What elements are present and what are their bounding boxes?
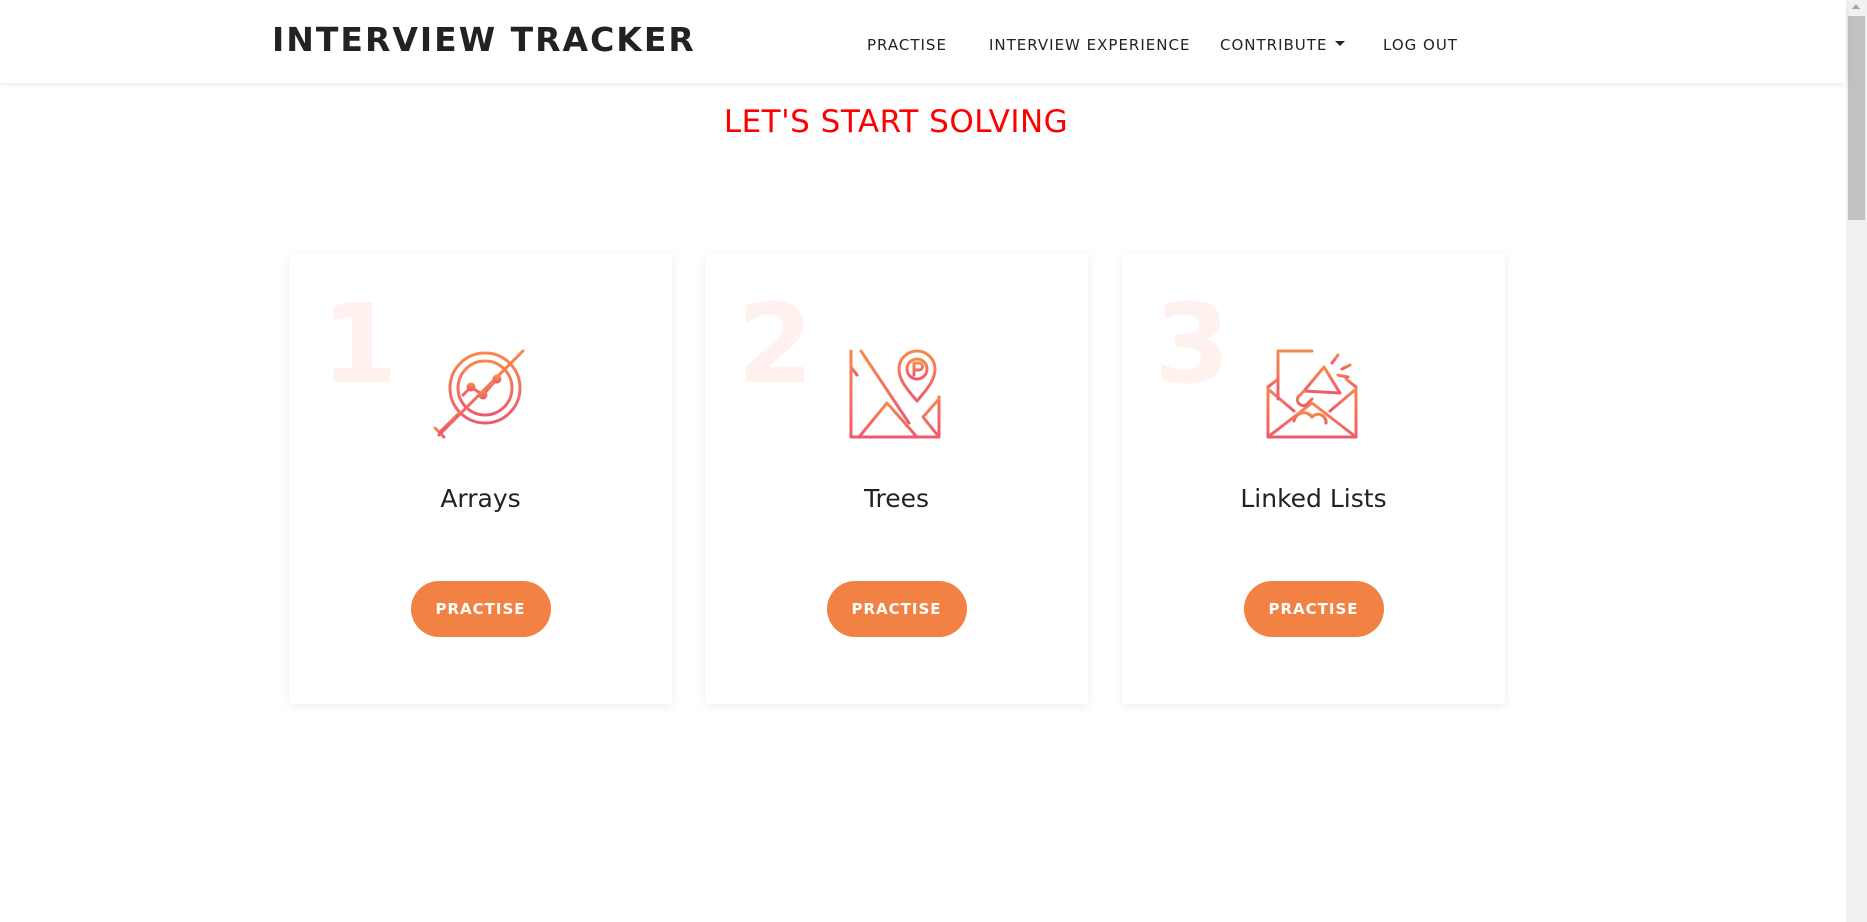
navbar: INTERVIEW TRACKER PRACTISE INTERVIEW EXP…: [0, 0, 1846, 83]
nav-link-practise[interactable]: PRACTISE: [867, 36, 947, 54]
practise-arrays-button[interactable]: PRACTISE: [410, 581, 551, 637]
analytics-magnifier-icon: [431, 347, 527, 443]
scroll-up-arrow-icon[interactable]: [1852, 4, 1860, 9]
practise-trees-button[interactable]: PRACTISE: [826, 581, 967, 637]
map-location-icon: [847, 347, 943, 443]
topic-card-linked-lists: 3 Linked Lists PRACTISE: [1122, 254, 1505, 704]
card-title: Arrays: [440, 484, 521, 513]
card-number: 3: [1154, 280, 1231, 408]
topic-card-trees: 2 Trees PRACTISE: [705, 254, 1088, 704]
page: INTERVIEW TRACKER PRACTISE INTERVIEW EXP…: [0, 0, 1846, 922]
brand-logo[interactable]: INTERVIEW TRACKER: [272, 20, 696, 59]
nav-link-contribute-label: CONTRIBUTE: [1220, 36, 1328, 54]
topic-card-arrays: 1 Arrays PRACTISE: [289, 254, 672, 704]
card-number: 2: [737, 280, 814, 408]
nav-link-log-out[interactable]: LOG OUT: [1383, 36, 1458, 54]
card-title: Trees: [863, 484, 930, 513]
nav-link-interview-experience[interactable]: INTERVIEW EXPERIENCE: [989, 36, 1190, 54]
scrollbar-thumb[interactable]: [1848, 16, 1865, 220]
nav-dropdown-contribute[interactable]: CONTRIBUTE: [1220, 36, 1346, 54]
caret-down-icon: [1335, 41, 1346, 46]
envelope-megaphone-icon: [1264, 347, 1360, 443]
page-heading: LET'S START SOLVING: [723, 104, 1069, 140]
card-number: 1: [321, 280, 398, 408]
practise-linked-lists-button[interactable]: PRACTISE: [1243, 581, 1384, 637]
card-title: Linked Lists: [1240, 484, 1387, 513]
